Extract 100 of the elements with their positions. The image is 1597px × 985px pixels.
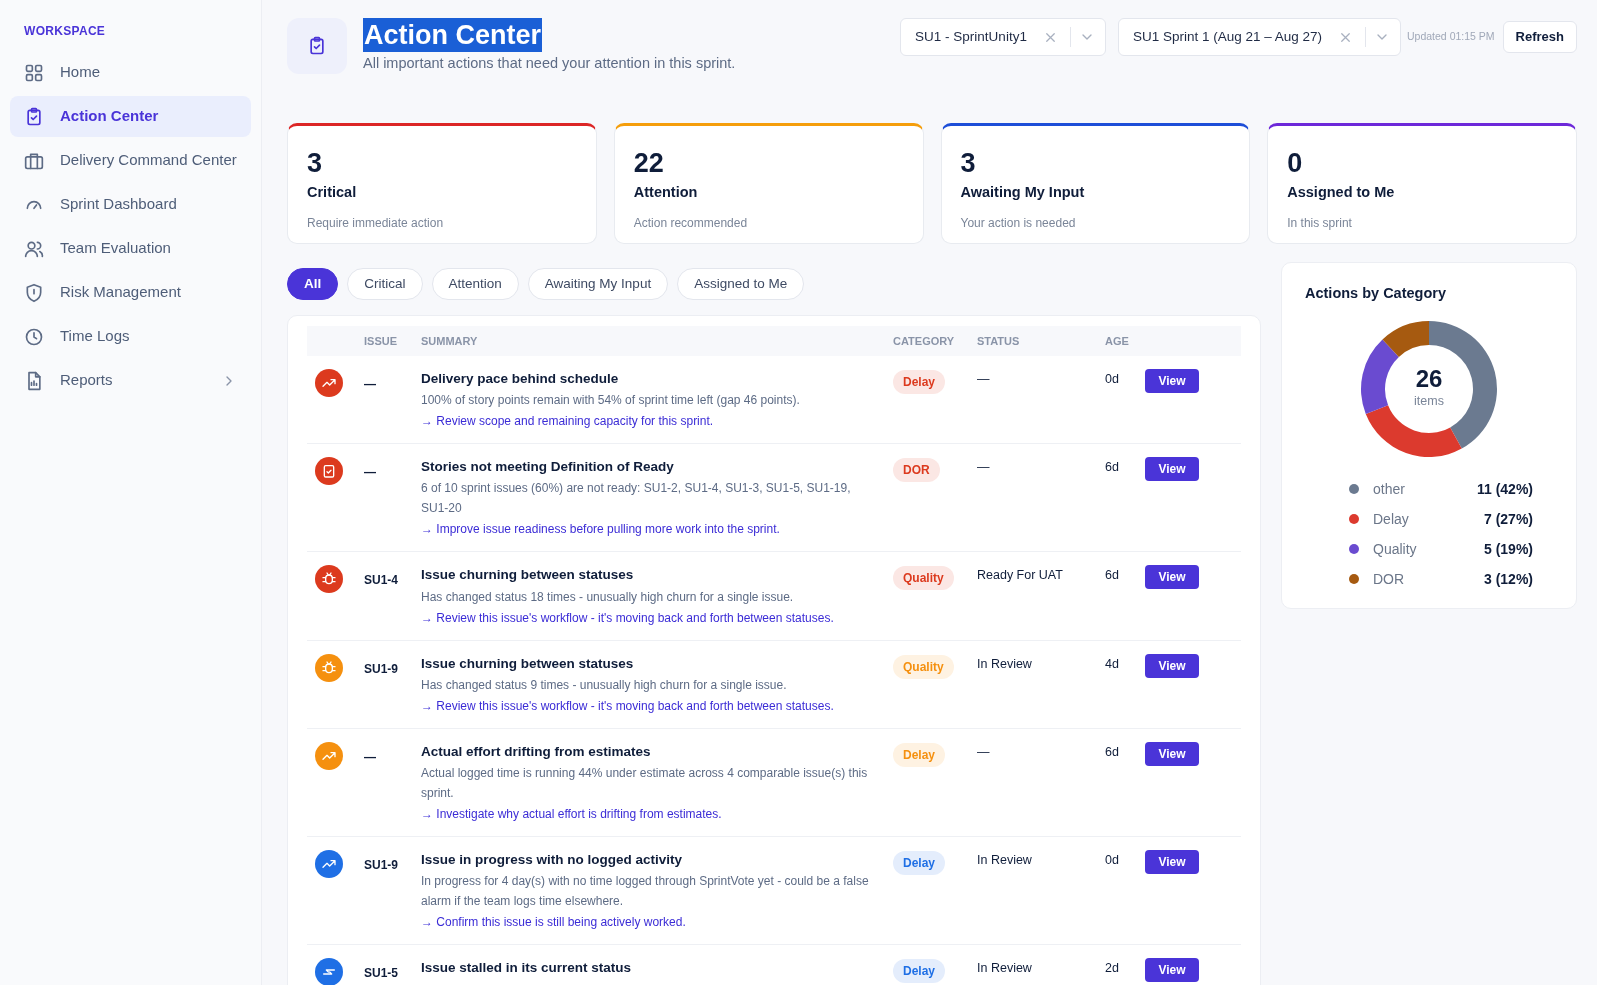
card-title: Critical (307, 182, 358, 202)
legend-value: 11 (42%) (1475, 479, 1533, 499)
nav-label: Home (60, 62, 101, 83)
legend-value: 7 (27%) (1482, 509, 1533, 529)
nav-item[interactable]: Time Logs (10, 316, 251, 357)
card-count: 3 (960, 147, 977, 178)
nav-item[interactable]: Delivery Command Center (10, 140, 251, 181)
recommendation-link[interactable]: → Improve issue readiness before pulling more work into the sprint. (421, 520, 881, 539)
card-title: Attention (633, 182, 699, 202)
action-description: Has changed status 18 times - unusually high churn for a single issue. (421, 588, 795, 606)
clock-icon (24, 326, 44, 347)
nav-item[interactable]: Reports (10, 360, 251, 401)
action-description: 6 of 10 sprint issues (60%) are not ready: SU1-2, SU1-4, SU1-3, SU1-5, SU1-19, SU1-20 (421, 480, 852, 518)
view-button[interactable]: View (1145, 741, 1199, 766)
view-button[interactable]: View (1145, 653, 1199, 678)
view-button[interactable]: View (1145, 368, 1199, 393)
category-tag: Delay (893, 851, 946, 875)
recommendation-link[interactable]: → Investigate why actual effort is drifting from estimates. (421, 805, 881, 823)
legend-label: Quality (1373, 539, 1418, 559)
status-text: — (977, 459, 991, 476)
grid-icon (24, 62, 44, 83)
nav-label: Risk Management (60, 282, 182, 303)
card-subtitle: Action recommended (633, 214, 749, 232)
status-text: In Review (977, 960, 1033, 978)
status-text: — (977, 743, 991, 761)
issue-key: SU1-9 (364, 850, 421, 874)
card-subtitle: In this sprint (1287, 214, 1353, 232)
nav-item[interactable]: Team Evaluation (10, 228, 251, 269)
view-button[interactable]: View (1145, 565, 1199, 590)
status-text: In Review (977, 852, 1033, 869)
status-text: In Review (977, 655, 1033, 673)
recommendation-link[interactable]: → Review scope and remaining capacity for this sprint. (421, 412, 881, 430)
issue-key: SU1-4 (364, 565, 421, 590)
issue-key: SU1-5 (364, 958, 421, 983)
select-value: SU1 Sprint 1 (Aug 21 – Aug 27) (1132, 27, 1323, 46)
total-count: 26 (1415, 366, 1443, 393)
action-title: Issue churning between statuses (421, 566, 635, 585)
nav-label: Sprint Dashboard (60, 194, 178, 215)
action-title: Stories not meeting Definition of Ready (421, 458, 675, 476)
filter-chip[interactable]: Assigned to Me (677, 267, 805, 300)
action-title: Issue in progress with no logged activity (421, 851, 684, 869)
category-tag: Delay (893, 959, 946, 984)
clipboard-check-icon (24, 106, 44, 127)
legend-label: DOR (1373, 569, 1406, 589)
age-text: 2d (1105, 960, 1120, 978)
nav-item[interactable]: Home (10, 52, 251, 93)
refresh-button[interactable]: Refresh (1502, 21, 1577, 53)
recommendation-link[interactable]: → Review this issue's workflow - it's moving back and forth between statuses. (421, 608, 881, 627)
card-count: 22 (633, 147, 665, 178)
filter-chip[interactable]: Critical (347, 267, 423, 300)
view-button[interactable]: View (1145, 958, 1199, 983)
card-count: 3 (307, 147, 324, 178)
age-text: 6d (1105, 743, 1120, 761)
action-title: Actual effort drifting from estimates (421, 742, 652, 761)
action-title: Issue churning between statuses (421, 654, 635, 673)
age-text: 6d (1105, 567, 1120, 585)
action-description: Actual logged time is running 44% under estimate across 4 comparable issue(s) this sprint. (421, 765, 869, 802)
recommendation-link[interactable]: → Review this issue's workflow - it's moving back and forth between statuses. (421, 696, 881, 715)
card-subtitle: Your action is needed (960, 214, 1077, 232)
issue-key: — (364, 741, 421, 766)
issue-key: — (364, 457, 421, 481)
filter-chip[interactable]: All (287, 267, 339, 300)
action-description: In progress for 4 day(s) with no time logged through SprintVote yet - could be a false alarm if the team logs time elsewhere. (421, 873, 870, 911)
issue-key: — (364, 368, 421, 393)
column-header: CATEGORY (893, 333, 956, 349)
filter-chip[interactable]: Awaiting My Input (527, 267, 669, 300)
category-tag: DOR (893, 458, 940, 482)
select-field[interactable]: SU1 - SprintUnity1 (900, 18, 1106, 56)
action-title: Issue stalled in its current status (421, 959, 633, 978)
nav-item[interactable]: Sprint Dashboard (10, 184, 251, 225)
age-text: 6d (1105, 459, 1120, 476)
nav-item[interactable]: Risk Management (10, 272, 251, 313)
category-tag: Quality (893, 654, 954, 679)
shield-icon (24, 282, 44, 303)
age-text: 0d (1105, 852, 1120, 869)
view-button[interactable]: View (1145, 457, 1199, 481)
page-title: Action Center (363, 18, 543, 52)
action-description: Has changed status 9 times - unusually high churn for a single issue. (421, 676, 788, 694)
filter-chip[interactable]: Attention (431, 267, 519, 300)
select-field[interactable]: SU1 Sprint 1 (Aug 21 – Aug 27) (1117, 18, 1401, 56)
age-text: 4d (1105, 655, 1120, 673)
action-description: 100% of story points remain with 54% of sprint time left (gap 46 points). (421, 392, 801, 409)
updated-time: Updated 01:15 PM (1407, 29, 1495, 45)
select-value: SU1 - SprintUnity1 (915, 27, 1028, 46)
card-title: Assigned to Me (1287, 182, 1396, 202)
panel-title: Actions by Category (1305, 283, 1447, 303)
view-button[interactable]: View (1145, 850, 1199, 874)
nav-item[interactable]: Action Center (10, 96, 251, 137)
card-count: 0 (1287, 147, 1304, 178)
clipboard-check-icon (307, 36, 327, 56)
recommendation-link[interactable]: → Confirm this issue is still being actively worked. (421, 913, 881, 932)
nav-label: Action Center (60, 106, 160, 127)
action-title: Delivery pace behind schedule (421, 369, 620, 388)
issue-key: SU1-9 (364, 653, 421, 678)
nav-label: Delivery Command Center (60, 150, 237, 171)
legend-value: 3 (12%) (1482, 569, 1533, 589)
category-tag: Quality (893, 566, 954, 591)
category-tag: Delay (893, 369, 946, 394)
legend-value: 5 (19%) (1482, 539, 1533, 559)
page-subtitle: All important actions that need your attention in this sprint. (363, 54, 737, 73)
